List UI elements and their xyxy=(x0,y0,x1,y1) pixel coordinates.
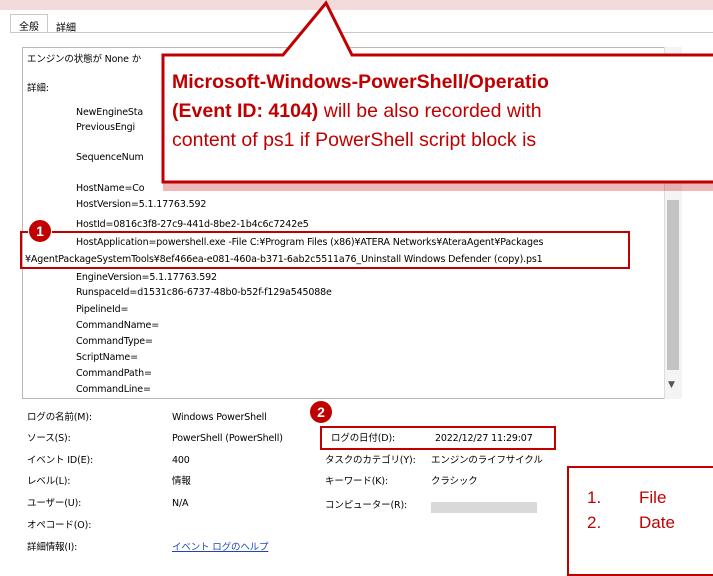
callout-line-1: Microsoft-Windows-PowerShell/Operatio xyxy=(172,71,549,93)
legend-text-1: File xyxy=(639,488,667,507)
legend-num-2: 2. xyxy=(587,513,602,532)
legend-text-2: Date xyxy=(639,513,675,532)
callout-event-id: (Event ID: 4104) xyxy=(172,100,319,122)
callout-line-2: will be also recorded with xyxy=(318,100,542,122)
legend-box: 1. File 2. Date xyxy=(567,466,713,576)
callout-line-3: content of ps1 if PowerShell script bloc… xyxy=(172,129,537,151)
legend-num-1: 1. xyxy=(587,488,602,507)
tab-general[interactable]: 全般 xyxy=(10,14,48,33)
callout-text: Microsoft-Windows-PowerShell/Operatio (E… xyxy=(172,68,713,155)
